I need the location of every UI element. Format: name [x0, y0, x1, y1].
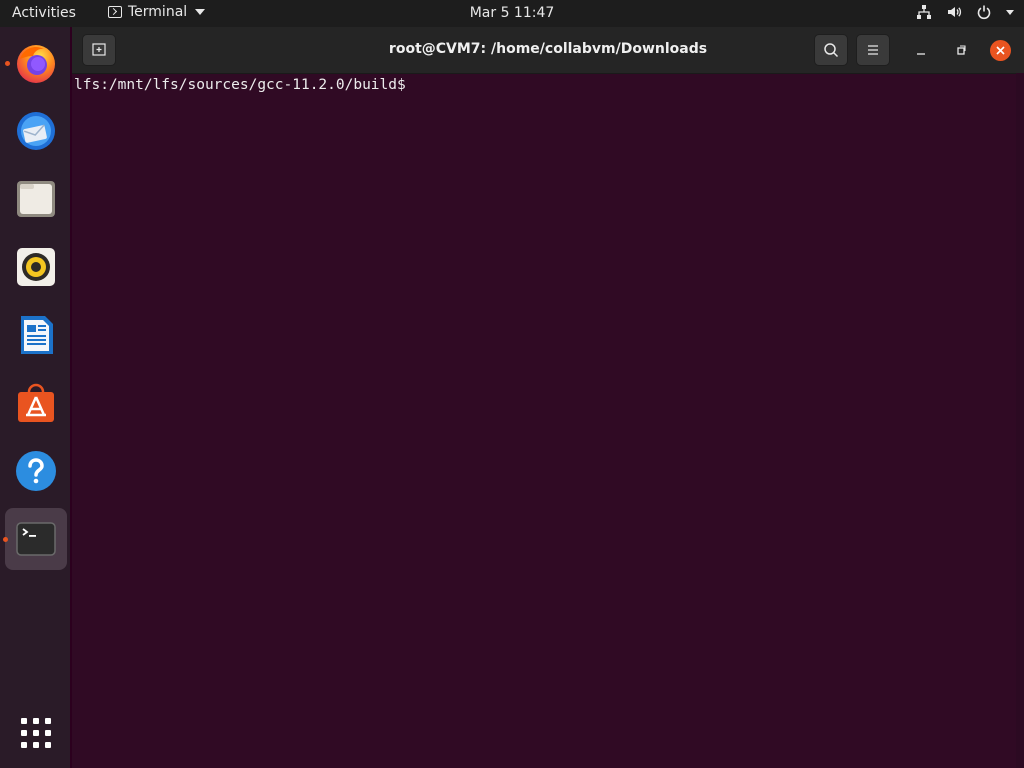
- volume-icon[interactable]: [946, 4, 962, 20]
- app-menu-label: Terminal: [128, 4, 188, 20]
- shell-prompt: lfs:/mnt/lfs/sources/gcc-11.2.0/build$: [74, 77, 415, 93]
- speaker-icon: [17, 248, 55, 286]
- title-bar[interactable]: root@CVM7: /home/collabvm/Downloads: [72, 27, 1024, 74]
- firefox-icon: [17, 45, 55, 83]
- show-apps-button[interactable]: [20, 717, 52, 749]
- thunderbird-icon: [17, 112, 55, 150]
- chevron-down-icon: [195, 9, 206, 15]
- dock-item-rhythmbox[interactable]: [5, 236, 67, 298]
- minimize-icon: [917, 53, 925, 55]
- dock-item-terminal[interactable]: [3, 508, 67, 570]
- dock-item-software[interactable]: [5, 372, 67, 434]
- network-icon[interactable]: [916, 4, 932, 20]
- terminal-icon: [16, 522, 56, 556]
- terminal-window: root@CVM7: /home/collabvm/Downloads lfs:…: [72, 27, 1024, 768]
- chevron-down-icon[interactable]: [1006, 9, 1014, 15]
- dock-item-writer[interactable]: [5, 304, 67, 366]
- minimize-button[interactable]: [911, 40, 931, 60]
- dock-item-thunderbird[interactable]: [5, 100, 67, 162]
- app-grid-icon: [21, 718, 51, 748]
- activities-button[interactable]: Activities: [12, 5, 76, 21]
- dock-item-firefox[interactable]: [5, 32, 67, 94]
- terminal-output[interactable]: lfs:/mnt/lfs/sources/gcc-11.2.0/build$: [72, 73, 1016, 768]
- menu-button[interactable]: [856, 34, 890, 66]
- close-icon: [996, 46, 1005, 55]
- clock[interactable]: Mar 5 11:47: [470, 5, 555, 21]
- search-button[interactable]: [814, 34, 848, 66]
- top-bar: Activities Terminal Mar 5 11:47: [0, 0, 1024, 27]
- shopping-bag-icon: [18, 383, 54, 422]
- folder-icon: [17, 181, 55, 217]
- scrollbar[interactable]: [1016, 73, 1024, 768]
- terminal-icon: [108, 6, 122, 18]
- system-tray[interactable]: [916, 4, 1014, 20]
- app-menu[interactable]: Terminal: [108, 4, 206, 20]
- restore-icon: [957, 45, 966, 55]
- dock: [0, 27, 70, 768]
- running-indicator: [5, 61, 10, 66]
- document-icon: [21, 316, 53, 354]
- new-tab-icon: [92, 43, 106, 56]
- power-icon[interactable]: [976, 4, 992, 20]
- restore-button[interactable]: [951, 40, 971, 60]
- dock-item-files[interactable]: [5, 168, 67, 230]
- close-button[interactable]: [990, 40, 1011, 61]
- search-icon: [824, 43, 839, 58]
- dock-item-help[interactable]: [5, 440, 67, 502]
- hamburger-icon: [868, 45, 878, 55]
- running-indicator: [3, 537, 8, 542]
- new-tab-button[interactable]: [82, 34, 116, 66]
- help-icon: [16, 451, 56, 491]
